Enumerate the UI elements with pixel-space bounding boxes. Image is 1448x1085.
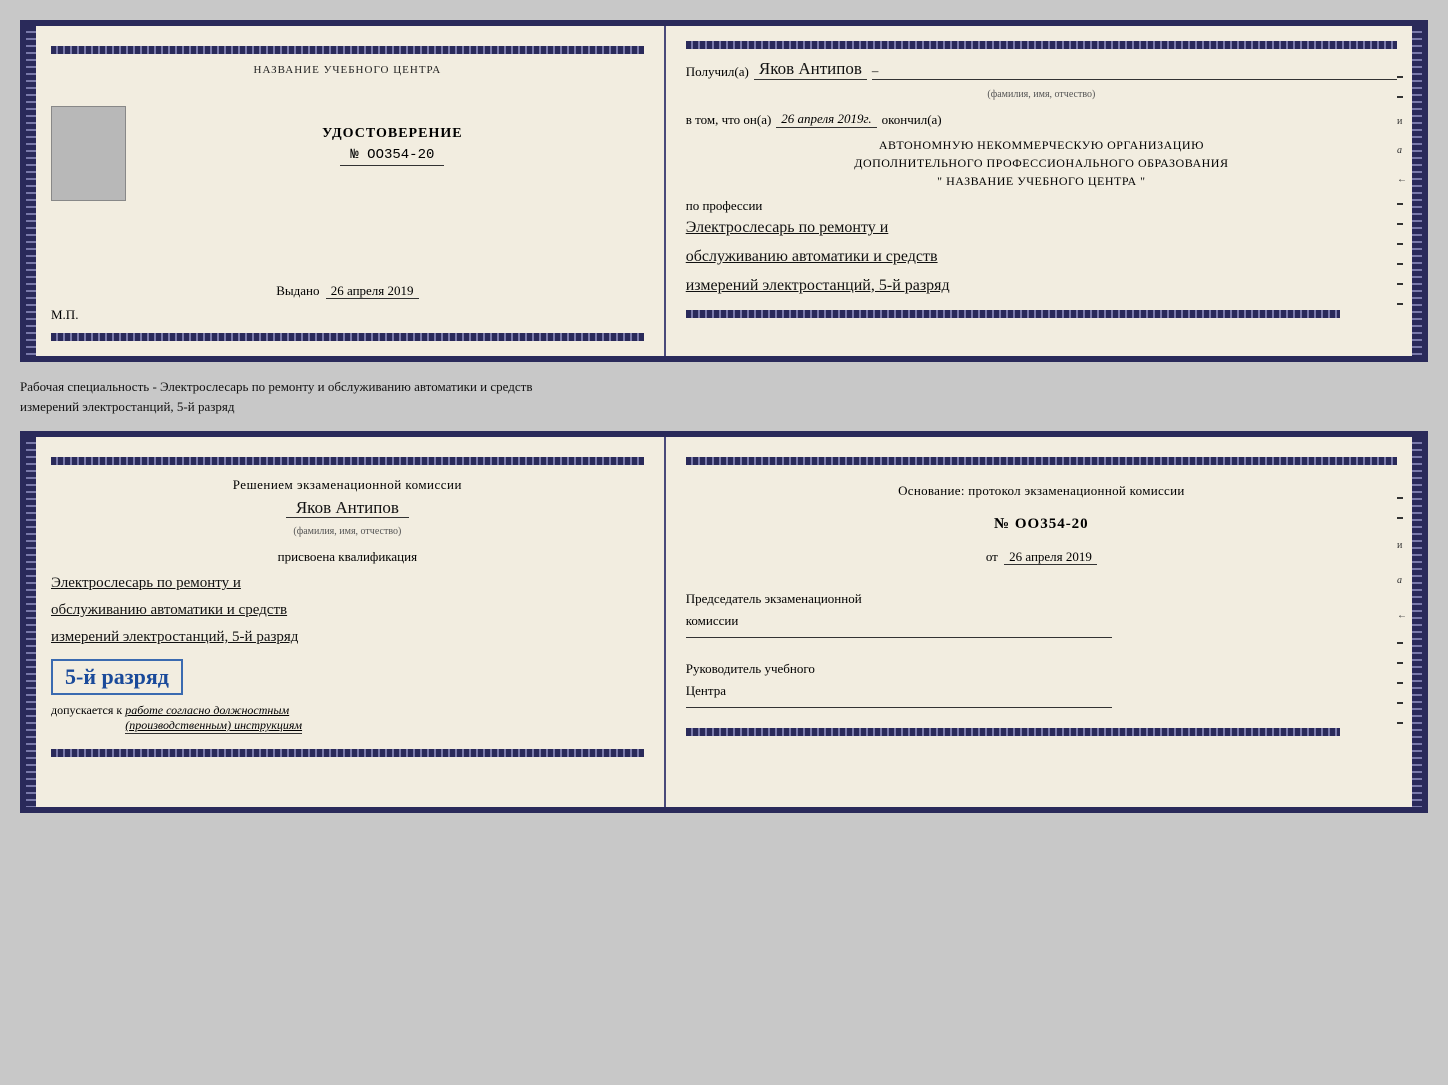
qual-line2: обслуживанию автоматики и средств <box>51 597 644 624</box>
cert-title: УДОСТОВЕРЕНИЕ <box>322 126 462 142</box>
middle-description: Рабочая специальность - Электрослесарь п… <box>20 372 1428 421</box>
fio-label-bottom: (фамилия, имя, отчество) <box>293 526 401 537</box>
allowed-label: допускается к <box>51 703 122 718</box>
cert-left-page: НАЗВАНИЕ УЧЕБНОГО ЦЕНТРА УДОСТОВЕРЕНИЕ №… <box>36 26 666 356</box>
qual-line1: Электрослесарь по ремонту и <box>51 570 644 597</box>
profession-line2: обслуживанию автоматики и средств <box>686 243 1397 272</box>
assigned-label: присвоена квалификация <box>51 549 644 565</box>
bottom-left-page: Решением экзаменационной комиссии Яков А… <box>36 437 666 807</box>
org-line3: " НАЗВАНИЕ УЧЕБНОГО ЦЕНТРА " <box>686 172 1397 190</box>
bottom-right-page: Основание: протокол экзаменационной коми… <box>666 437 1412 807</box>
issued-label: Выдано <box>276 283 319 298</box>
school-name-left: НАЗВАНИЕ УЧЕБНОГО ЦЕНТРА <box>254 64 442 76</box>
basis-label: Основание: протокол экзаменационной коми… <box>686 480 1397 502</box>
profession-label: по профессии <box>686 198 763 213</box>
person-name: Яков Антипов <box>286 498 409 518</box>
profession-line3: измерений электростанций, 5-й разряд <box>686 272 1397 301</box>
photo-placeholder <box>51 106 126 201</box>
allowed-text: работе согласно должностным (производств… <box>125 703 302 734</box>
org-line1: АВТОНОМНУЮ НЕКОММЕРЧЕСКУЮ ОРГАНИЗАЦИЮ <box>686 136 1397 154</box>
received-label: Получил(а) <box>686 64 749 80</box>
vtom-label: в том, что он(а) <box>686 112 772 128</box>
profession-line1: Электрослесарь по ремонту и <box>686 214 1397 243</box>
bottom-date-value: 26 апреля 2019 <box>1004 549 1097 565</box>
mp-label: М.П. <box>51 307 78 323</box>
qual-line3: измерений электростанций, 5-й разряд <box>51 624 644 651</box>
rank-stamp: 5-й разряд <box>51 659 183 695</box>
date-value-top: 26 апреля 2019г. <box>776 111 876 128</box>
date-from-label: от <box>986 549 998 564</box>
received-name: Яков Антипов <box>754 59 867 80</box>
director-label: Руководитель учебного Центра <box>686 658 1397 702</box>
cert-right-page: Получил(а) Яков Антипов – (фамилия, имя,… <box>666 26 1412 356</box>
fio-label-top: (фамилия, имя, отчество) <box>987 89 1095 100</box>
org-line2: ДОПОЛНИТЕЛЬНОГО ПРОФЕССИОНАЛЬНОГО ОБРАЗО… <box>686 154 1397 172</box>
cert-number: № ОО354-20 <box>340 145 444 166</box>
finished-label: окончил(а) <box>882 112 942 128</box>
protocol-number: № ОО354-20 <box>994 516 1089 532</box>
chairman-label: Председатель экзаменационной комиссии <box>686 588 1397 632</box>
decision-label: Решением экзаменационной комиссии <box>51 477 644 493</box>
issued-date: 26 апреля 2019 <box>326 283 419 299</box>
